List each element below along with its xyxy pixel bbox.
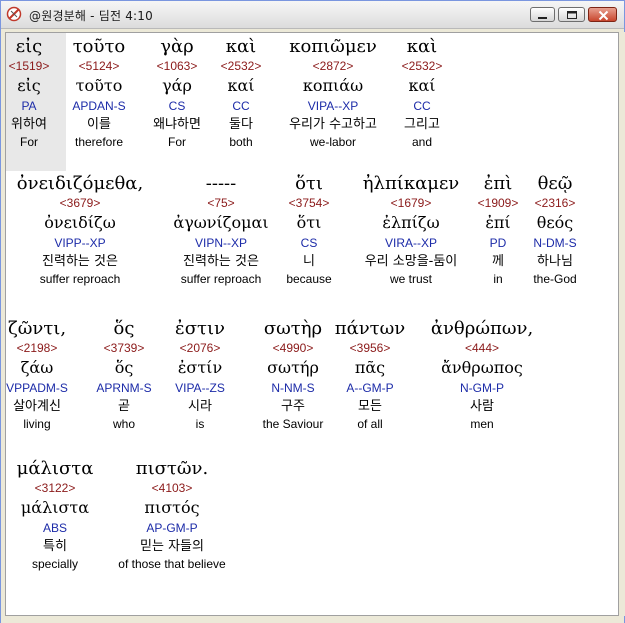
app-window: @원경분해 - 딤전 4:10 εἰς <1519> εἰς PA 위하여 For τοῦτ… (0, 0, 625, 623)
title-bar[interactable]: @원경분해 - 딤전 4:10 (1, 1, 624, 29)
app-icon (6, 6, 22, 22)
korean-gloss: 진력하는 것은 (42, 254, 118, 269)
korean-gloss: 사람 (470, 399, 494, 414)
maximize-button[interactable] (558, 7, 585, 22)
lemma: ὀνειδίζω (44, 213, 116, 232)
word-column[interactable]: ὀνειδιζόμεθα, <3679> ὀνειδίζω VIPP--XP 진력하는 … (6, 173, 160, 287)
lemma: ἄνθρωπος (441, 358, 523, 377)
lemma: καί (408, 76, 436, 95)
strong-number: <2532> (401, 59, 443, 73)
word-column[interactable]: πιστῶν. <4103> πιστός AP-GM-P 믿는 자들의 of those… (92, 458, 252, 572)
parsing-code: N-DM-S (533, 236, 577, 250)
strong-number: <3679> (59, 196, 101, 210)
greek-word: πιστῶν. (135, 458, 209, 479)
english-gloss: the-God (533, 272, 577, 286)
english-gloss: of those that believe (118, 557, 226, 571)
greek-word: ἀνθρώπων, (430, 318, 534, 339)
korean-gloss: 그리고 (404, 117, 440, 132)
parsing-code: CC (413, 99, 431, 113)
lemma: θεός (536, 213, 574, 232)
greek-word: ὀνειδιζόμεθα, (16, 173, 144, 194)
english-gloss: and (411, 135, 433, 149)
parsing-code: AP-GM-P (146, 521, 198, 535)
english-gloss: men (470, 417, 494, 431)
window-frame-right (620, 32, 625, 616)
word-column[interactable]: θεῷ <2316> θεός N-DM-S 하나님 the-God (475, 173, 618, 287)
strong-number: <444> (464, 341, 500, 355)
greek-word: θεῷ (537, 173, 573, 194)
maximize-icon (567, 11, 577, 19)
parsing-code: N-GM-P (460, 381, 504, 395)
minimize-button[interactable] (530, 7, 555, 22)
strong-number: <2316> (534, 196, 576, 210)
english-gloss: suffer reproach (39, 272, 121, 286)
close-icon (598, 10, 609, 21)
window-frame-bottom (1, 616, 624, 623)
korean-gloss: 믿는 자들의 (140, 539, 204, 554)
word-column[interactable]: καὶ <2532> καί CC 그리고 and (342, 36, 502, 150)
window-title: @원경분해 - 딤전 4:10 (29, 9, 153, 23)
korean-gloss: 하나님 (537, 254, 573, 269)
minimize-icon (538, 17, 547, 19)
parsing-code: VIPP--XP (54, 236, 106, 250)
close-button[interactable] (588, 7, 617, 22)
word-column[interactable]: ἀνθρώπων, <444> ἄνθρωπος N-GM-P 사람 men (402, 318, 562, 432)
strong-number: <4103> (151, 481, 193, 495)
greek-word: καὶ (406, 36, 438, 57)
lemma: πιστός (144, 498, 200, 517)
interlinear-view[interactable]: εἰς <1519> εἰς PA 위하여 For τοῦτο <5124> τοῦτο APDA… (5, 32, 619, 616)
